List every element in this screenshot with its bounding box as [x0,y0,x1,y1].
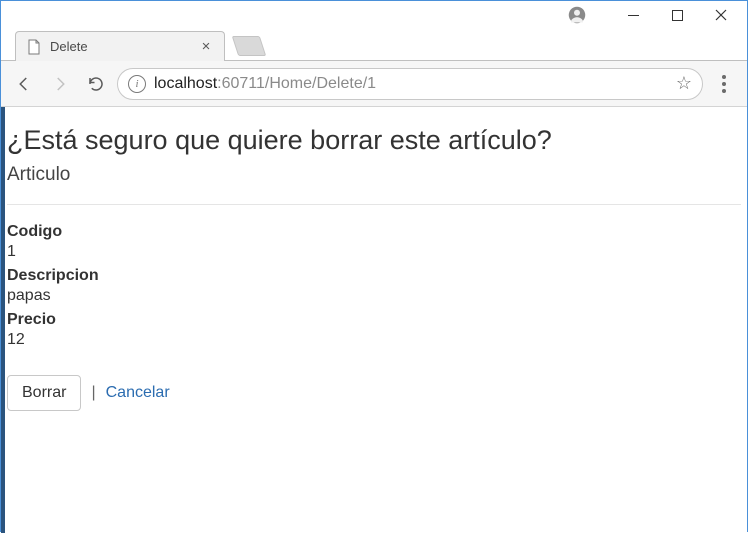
page-icon [26,39,42,55]
details-list: Codigo 1 Descripcion papas Precio 12 [7,223,741,349]
label-codigo: Codigo [7,223,741,241]
reload-button[interactable] [81,69,111,99]
label-precio: Precio [7,311,741,329]
browser-tab[interactable]: Delete × [15,31,225,61]
divider [7,204,741,205]
window-titlebar [1,1,747,29]
value-precio: 12 [7,331,741,349]
tab-title: Delete [50,39,198,54]
address-bar[interactable]: i localhost:60711/Home/Delete/1 ☆ [117,68,703,100]
form-actions: Borrar | Cancelar [7,375,741,411]
tab-strip: Delete × [1,29,747,61]
profile-icon[interactable] [563,1,591,29]
close-window-button[interactable] [699,1,743,29]
bookmark-star-icon[interactable]: ☆ [676,73,692,94]
url-text: localhost:60711/Home/Delete/1 [154,75,668,93]
cancel-link[interactable]: Cancelar [106,384,170,402]
url-host: localhost [154,75,217,92]
forward-button [45,69,75,99]
site-info-icon[interactable]: i [128,75,146,93]
browser-menu-button[interactable] [709,69,739,99]
tab-close-icon[interactable]: × [198,39,214,55]
page-heading: ¿Está seguro que quiere borrar este artí… [7,125,741,156]
url-path: :60711/Home/Delete/1 [217,75,376,92]
maximize-button[interactable] [655,1,699,29]
value-codigo: 1 [7,243,741,261]
page-content: ¿Está seguro que quiere borrar este artí… [1,107,747,533]
action-separator: | [91,384,95,402]
back-button[interactable] [9,69,39,99]
new-tab-button[interactable] [232,36,266,56]
label-descripcion: Descripcion [7,267,741,285]
page-subtitle: Articulo [7,164,741,186]
minimize-button[interactable] [611,1,655,29]
value-descripcion: papas [7,287,741,305]
browser-toolbar: i localhost:60711/Home/Delete/1 ☆ [1,61,747,107]
delete-button[interactable]: Borrar [7,375,81,411]
